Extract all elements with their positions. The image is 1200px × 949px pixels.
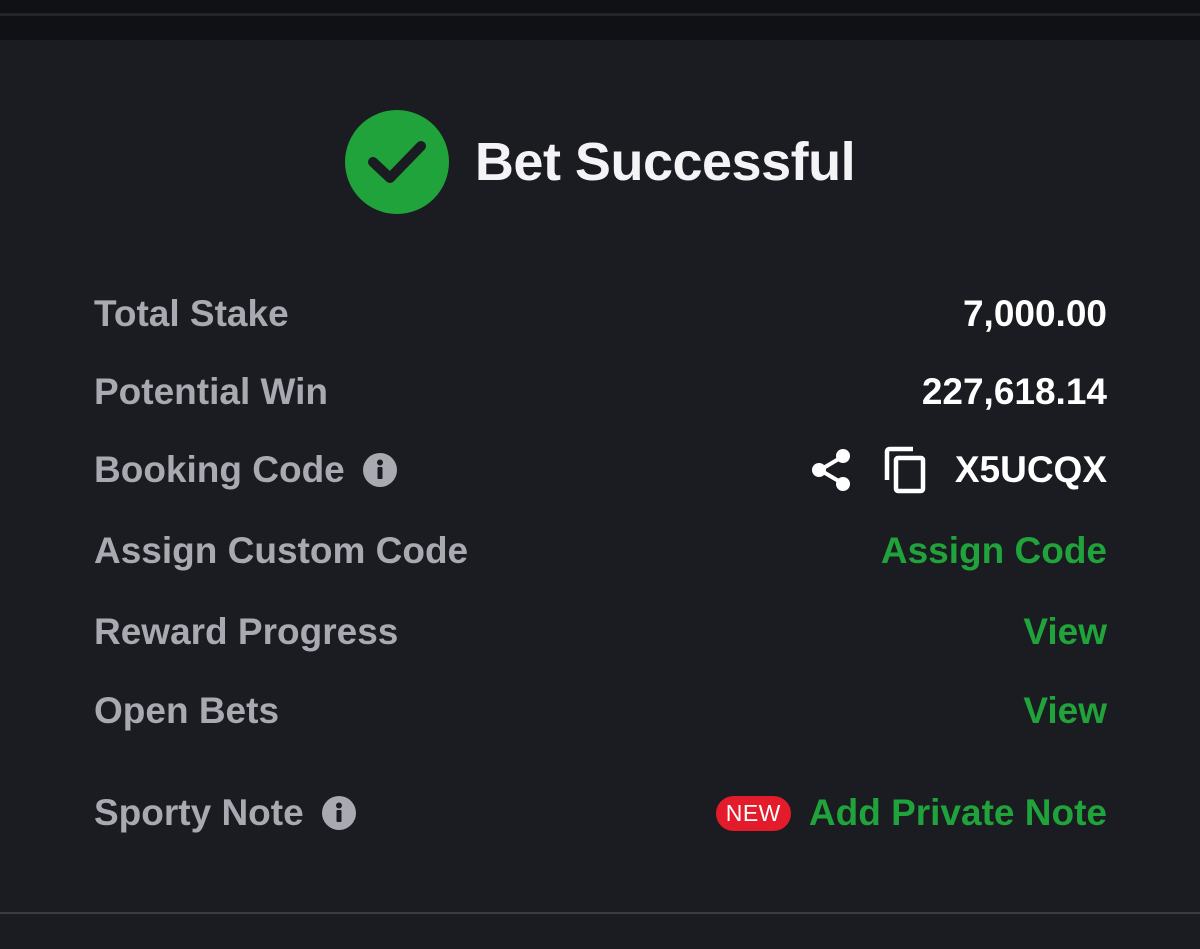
assign-custom-code-row: Assign Custom Code Assign Code bbox=[94, 523, 1107, 579]
top-bar bbox=[0, 0, 1200, 40]
potential-win-label: Potential Win bbox=[94, 371, 328, 412]
reward-progress-label: Reward Progress bbox=[94, 611, 399, 652]
assign-custom-code-label: Assign Custom Code bbox=[94, 530, 469, 571]
copy-icon[interactable] bbox=[883, 446, 927, 494]
info-icon[interactable] bbox=[321, 796, 356, 830]
reward-progress-view-link[interactable]: View bbox=[1023, 611, 1107, 653]
assign-code-link[interactable]: Assign Code bbox=[881, 530, 1107, 572]
sporty-note-actions: NEW Add Private Note bbox=[715, 792, 1107, 834]
add-private-note-link[interactable]: Add Private Note bbox=[809, 792, 1107, 834]
booking-code-value[interactable]: X5UCQX bbox=[955, 449, 1107, 491]
top-bar-line bbox=[0, 13, 1200, 16]
booking-code-label: Booking Code bbox=[94, 449, 345, 490]
new-badge: NEW bbox=[715, 795, 791, 831]
info-icon[interactable] bbox=[362, 453, 397, 487]
open-bets-row: Open Bets View bbox=[94, 683, 1107, 739]
potential-win-row: Potential Win 227,618.14 bbox=[94, 364, 1107, 420]
open-bets-view-link[interactable]: View bbox=[1023, 690, 1107, 732]
share-icon[interactable] bbox=[809, 448, 853, 492]
bottom-area bbox=[0, 914, 1200, 949]
open-bets-label: Open Bets bbox=[94, 690, 280, 731]
sporty-note-label: Sporty Note bbox=[94, 792, 304, 833]
total-stake-value: 7,000.00 bbox=[962, 293, 1107, 334]
total-stake-label: Total Stake bbox=[94, 293, 289, 334]
check-circle-icon bbox=[344, 110, 449, 214]
booking-code-actions: X5UCQX bbox=[809, 446, 1107, 494]
booking-code-row: Booking Code X5UCQX bbox=[94, 442, 1107, 498]
potential-win-value: 227,618.14 bbox=[921, 371, 1107, 412]
booking-code-label-group: Booking Code bbox=[94, 449, 397, 491]
reward-progress-row: Reward Progress View bbox=[94, 604, 1107, 660]
sporty-note-label-group: Sporty Note bbox=[94, 792, 356, 834]
bet-success-header: Bet Successful bbox=[0, 108, 1200, 216]
sporty-note-row: Sporty Note NEW Add Private Note bbox=[94, 785, 1107, 841]
total-stake-row: Total Stake 7,000.00 bbox=[94, 286, 1107, 342]
page-title: Bet Successful bbox=[474, 132, 856, 192]
